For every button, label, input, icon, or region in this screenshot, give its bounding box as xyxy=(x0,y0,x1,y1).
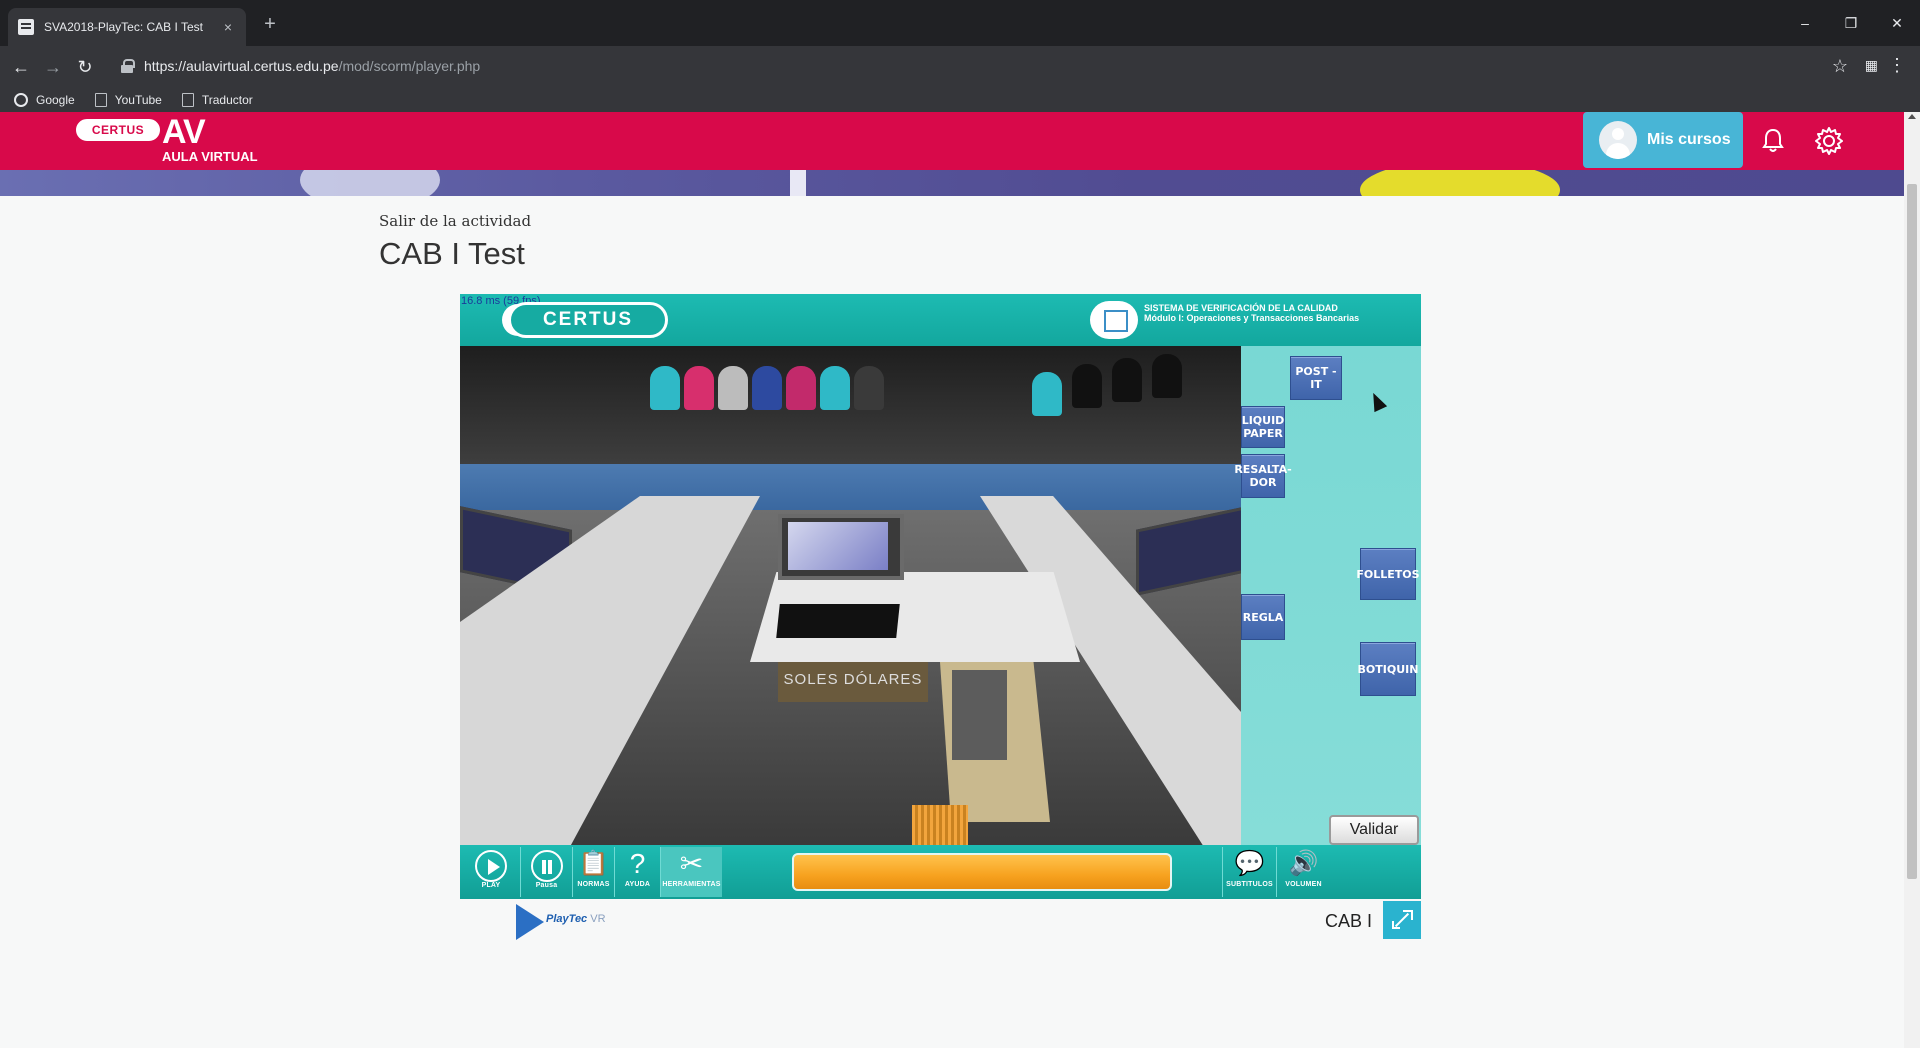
page-viewport: CERTUS AV AULA VIRTUAL Mis cursos Salir … xyxy=(0,112,1920,1048)
pause-icon xyxy=(530,850,563,882)
system-module-line: Módulo I: Operaciones y Transacciones Ba… xyxy=(1144,313,1360,323)
close-window-button[interactable]: ✕ xyxy=(1874,0,1920,46)
avatar xyxy=(1599,121,1637,159)
page-icon xyxy=(94,93,107,107)
playtec-logo: PlayTec VR xyxy=(516,902,626,942)
play-button[interactable]: PLAY xyxy=(466,847,516,897)
aula-virtual-subtitle: AULA VIRTUAL xyxy=(162,149,258,164)
google-icon xyxy=(14,93,28,107)
regla-button[interactable]: REGLA xyxy=(1241,594,1285,640)
volume-icon: 🔊 xyxy=(1288,850,1319,877)
window-controls: – ❐ ✕ xyxy=(1782,0,1920,46)
bookmark-label: YouTube xyxy=(114,93,162,107)
mis-cursos-button[interactable]: Mis cursos xyxy=(1583,112,1743,168)
clipboard-icon: 📋 xyxy=(578,850,609,877)
scroll-thumb[interactable] xyxy=(1907,184,1917,879)
bookmark-google[interactable]: Google xyxy=(14,93,75,107)
ayuda-label: AYUDA xyxy=(624,881,651,888)
url-host: https://aulavirtual.certus.edu.pe xyxy=(144,58,339,74)
back-button[interactable]: ← xyxy=(6,52,36,82)
volumen-label: VOLUMEN xyxy=(1285,881,1322,888)
sco-title: CAB I xyxy=(1325,911,1373,931)
cash-drawer[interactable] xyxy=(940,662,1050,822)
herramientas-button[interactable]: ✂ HERRAMIENTAS xyxy=(660,847,722,897)
tools-icon: ✂ xyxy=(679,848,704,879)
browser-menu-icon[interactable]: ⋮ xyxy=(1888,55,1906,76)
hero-banner xyxy=(0,170,1904,196)
gear-icon[interactable] xyxy=(1814,126,1844,156)
scorm-player[interactable]: 16.8 ms (59 fps) CERTUS SISTEMA DE VERIF… xyxy=(460,294,1421,899)
player-controls: PLAY Pausa 📋 NORMAS ? AYUDA ✂ HERRAMIENT… xyxy=(460,845,1421,899)
post-it-button[interactable]: POST - IT xyxy=(1290,356,1342,400)
pause-label: Pausa xyxy=(535,882,558,889)
subtitulos-button[interactable]: 💬 SUBTITULOS xyxy=(1222,847,1276,897)
bookmark-youtube[interactable]: YouTube xyxy=(94,93,162,107)
address-bar: ← → ↻ https://aulavirtual.certus.edu.pe /… xyxy=(0,46,1920,88)
validar-button[interactable]: Validar xyxy=(1329,815,1419,845)
normas-label: NORMAS xyxy=(577,881,610,888)
waiting-chairs-right xyxy=(1012,354,1192,424)
volumen-button[interactable]: 🔊 VOLUMEN xyxy=(1276,847,1330,897)
system-title: SISTEMA DE VERIFICACIÓN DE LA CALIDAD Mó… xyxy=(1144,303,1414,323)
normas-button[interactable]: 📋 NORMAS xyxy=(572,847,614,897)
bookmark-label: Traductor xyxy=(201,93,253,107)
scroll-up-icon[interactable] xyxy=(1908,114,1916,119)
page-icon xyxy=(181,93,194,107)
forward-button[interactable]: → xyxy=(38,52,68,82)
tab-close-icon[interactable]: × xyxy=(220,19,236,35)
browser-tab-strip: SVA2018-PlayTec: CAB I Test × + – ❐ ✕ xyxy=(0,0,1920,46)
help-bubble-icon: ? xyxy=(629,848,646,879)
browser-tab[interactable]: SVA2018-PlayTec: CAB I Test × xyxy=(8,8,246,46)
page-scrollbar[interactable] xyxy=(1904,112,1920,1048)
playtec-name: PlayTec VR xyxy=(546,913,606,925)
botiquin-button[interactable]: BOTIQUIN xyxy=(1358,642,1418,696)
subtitles-icon: 💬 xyxy=(1234,850,1265,877)
herramientas-label: HERRAMIENTAS xyxy=(662,881,721,888)
url-path: /mod/scorm/player.php xyxy=(338,58,481,74)
teller-monitor[interactable] xyxy=(778,514,904,580)
fullscreen-button[interactable] xyxy=(1383,901,1421,939)
exit-activity-link[interactable]: Salir de la actividad xyxy=(379,212,531,230)
bookmark-traductor[interactable]: Traductor xyxy=(181,93,253,107)
waiting-chairs xyxy=(650,366,920,416)
restore-button[interactable]: ❐ xyxy=(1828,0,1874,46)
expand-icon xyxy=(1392,921,1400,929)
subtitulos-label: SUBTITULOS xyxy=(1226,881,1273,888)
folletos-button[interactable]: FOLLETOS xyxy=(1356,548,1420,600)
quality-system-icon xyxy=(1090,301,1138,339)
bell-icon[interactable] xyxy=(1761,128,1785,154)
keyboard[interactable] xyxy=(776,604,900,638)
bookmarks-bar: Google YouTube Traductor xyxy=(0,88,1920,112)
progress-bar xyxy=(792,853,1172,891)
page-favicon-icon xyxy=(18,19,34,35)
mis-cursos-label: Mis cursos xyxy=(1647,131,1731,148)
url-input[interactable]: https://aulavirtual.certus.edu.pe/mod/sc… xyxy=(108,51,1848,81)
certus-player-logo: CERTUS xyxy=(508,302,668,338)
pause-button[interactable]: Pausa xyxy=(520,847,572,897)
player-header: 16.8 ms (59 fps) CERTUS SISTEMA DE VERIF… xyxy=(460,294,1421,346)
resaltador-button[interactable]: RESALTA- DOR xyxy=(1234,454,1292,498)
tab-title: SVA2018-PlayTec: CAB I Test xyxy=(44,20,203,34)
play-label: PLAY xyxy=(481,882,501,889)
ayuda-button[interactable]: ? AYUDA xyxy=(614,847,660,897)
liquid-paper-button[interactable]: LIQUID PAPER xyxy=(1241,406,1285,448)
certus-logo[interactable]: CERTUS xyxy=(76,119,160,141)
aula-virtual-logo[interactable]: AV xyxy=(162,114,206,150)
barcode-object[interactable] xyxy=(912,805,968,845)
bookmark-label: Google xyxy=(36,93,75,107)
extension-icon[interactable]: ▦ xyxy=(1865,57,1878,74)
reload-button[interactable]: ↻ xyxy=(70,52,100,82)
play-icon xyxy=(475,850,507,882)
soles-dolares-sign: SOLES DÓLARES xyxy=(778,662,928,702)
lock-icon xyxy=(120,59,135,73)
new-tab-button[interactable]: + xyxy=(258,12,282,36)
site-header: CERTUS AV AULA VIRTUAL Mis cursos xyxy=(0,112,1904,170)
minimize-button[interactable]: – xyxy=(1782,0,1828,46)
system-title-line: SISTEMA DE VERIFICACIÓN DE LA CALIDAD xyxy=(1144,303,1338,313)
page-title: CAB I Test xyxy=(379,236,525,271)
3d-scene-viewport[interactable]: SOLES DÓLARES xyxy=(460,346,1241,845)
playtec-play-icon xyxy=(516,904,544,940)
tools-panel: POST - IT LIQUID PAPER RESALTA- DOR FOLL… xyxy=(1234,346,1421,845)
bookmark-star-icon[interactable]: ☆ xyxy=(1832,56,1848,77)
